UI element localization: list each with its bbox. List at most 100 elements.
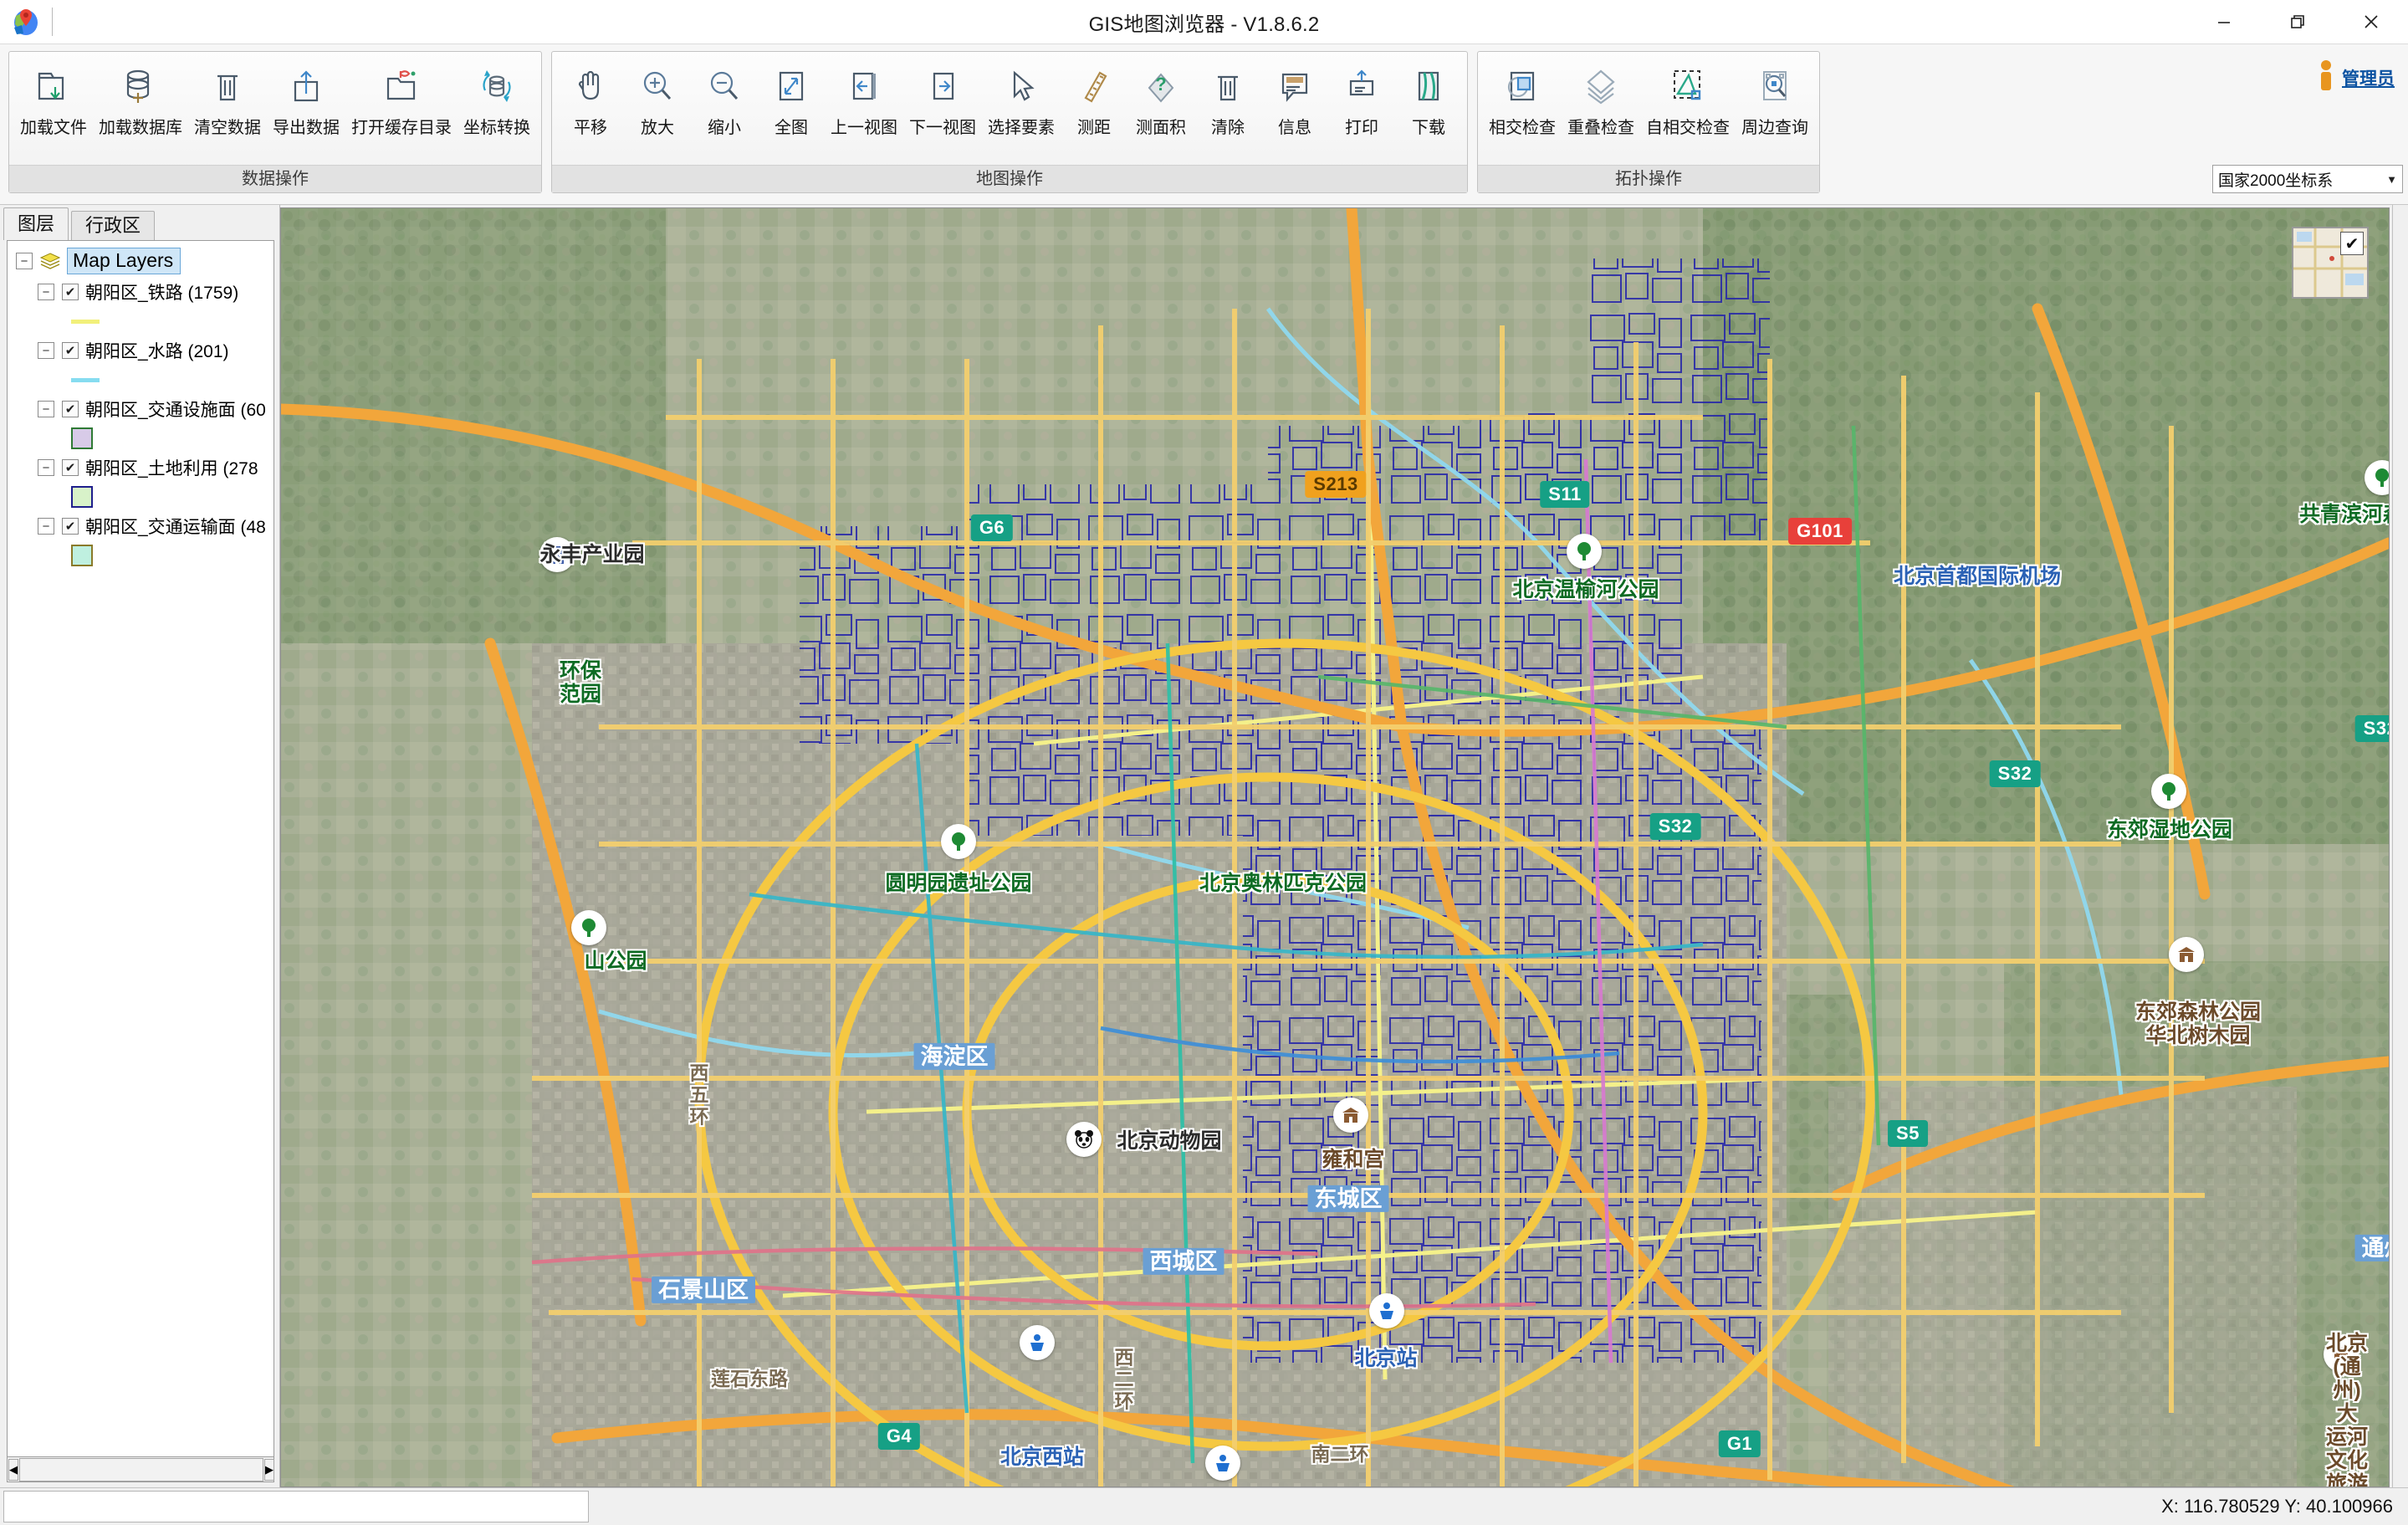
pan-hand-icon — [567, 63, 614, 110]
open-cache-folder-label: 打开缓存目录 — [351, 119, 452, 137]
nearby-query-icon — [1751, 63, 1798, 110]
topology-operations-group-title: 拓扑操作 — [1478, 165, 1819, 192]
layer-item-waterway[interactable]: − ✔ 朝阳区_水路 (201) — [8, 335, 274, 366]
status-message-field — [3, 1491, 589, 1522]
user-person-icon — [2317, 59, 2335, 95]
trash-icon — [204, 63, 251, 110]
info-callout-icon — [1271, 63, 1318, 110]
clear-data-label: 清空数据 — [194, 119, 261, 137]
zoom-in-label: 放大 — [641, 119, 674, 137]
next-view-label: 下一视图 — [909, 119, 976, 137]
close-button[interactable] — [2334, 0, 2408, 43]
user-name-link[interactable]: 管理员 — [2342, 65, 2395, 90]
minimize-button[interactable] — [2187, 0, 2261, 43]
next-view-button[interactable]: 下一视图 — [903, 59, 982, 139]
full-extent-button[interactable]: 全图 — [758, 59, 825, 139]
layer-tree-horizontal-scrollbar[interactable]: ◀ ▶ — [7, 1457, 274, 1482]
user-account[interactable]: 管理员 — [2317, 59, 2395, 95]
self-intersect-check-button[interactable]: 自相交检查 — [1640, 59, 1736, 139]
open-cache-folder-button[interactable]: 打开缓存目录 — [345, 59, 458, 139]
layer-symbol-land-use — [8, 483, 274, 511]
expander-icon[interactable]: − — [38, 518, 54, 535]
status-spacer — [589, 1488, 2000, 1525]
ribbon-group-map-operations: 平移 放大 缩小 全图 上一视图 下一视图 选择要素 测距 ? 测面积 清除 信… — [551, 51, 1468, 193]
panel-tabs: 图层 行政区 — [0, 205, 279, 240]
map-operations-buttons: 平移 放大 缩小 全图 上一视图 下一视图 选择要素 测距 ? 测面积 清除 信… — [552, 52, 1467, 165]
previous-view-label: 上一视图 — [831, 119, 897, 137]
layer-item-land-use[interactable]: − ✔ 朝阳区_土地利用 (278 — [8, 453, 274, 483]
load-database-label: 加载数据库 — [99, 119, 182, 137]
expander-icon[interactable]: − — [38, 459, 54, 476]
print-icon — [1338, 63, 1385, 110]
expander-icon[interactable]: − — [16, 253, 33, 269]
overlap-check-label: 重叠检查 — [1567, 119, 1634, 137]
layer-visibility-checkbox[interactable]: ✔ — [62, 401, 79, 417]
layer-item-transport-facility-area[interactable]: − ✔ 朝阳区_交通设施面 (60 — [8, 394, 274, 424]
zoom-in-button[interactable]: 放大 — [624, 59, 691, 139]
crs-dropdown[interactable]: 国家2000坐标系 ▼ — [2212, 165, 2403, 193]
self-intersect-check-label: 自相交检查 — [1646, 119, 1730, 137]
layer-visibility-checkbox[interactable]: ✔ — [62, 284, 79, 300]
layer-visibility-checkbox[interactable]: ✔ — [62, 518, 79, 535]
select-arrow-icon — [998, 63, 1045, 110]
scrollbar-thumb[interactable] — [19, 1457, 263, 1482]
previous-view-button[interactable]: 上一视图 — [825, 59, 903, 139]
intersect-check-button[interactable]: 相交检查 — [1483, 59, 1562, 139]
map-view[interactable]: S213 S11 G101 S331 G6 S32 S32 S32 S32 G1… — [280, 207, 2390, 1487]
download-label: 下载 — [1412, 119, 1445, 137]
clear-button[interactable]: 清除 — [1194, 59, 1261, 139]
tree-root-label: Map Layers — [67, 248, 181, 274]
map-canvas[interactable] — [281, 208, 2389, 1487]
overlap-check-icon — [1577, 63, 1624, 110]
status-coordinates: X: 116.780529 Y: 40.100966 — [2000, 1488, 2408, 1525]
folder-import-icon — [30, 63, 77, 110]
measure-area-button[interactable]: ? 测面积 — [1127, 59, 1194, 139]
map-vertical-scrollbar[interactable] — [2392, 205, 2408, 1487]
select-feature-button[interactable]: 选择要素 — [982, 59, 1061, 139]
print-button[interactable]: 打印 — [1328, 59, 1395, 139]
layer-symbol-railway — [8, 307, 274, 335]
load-database-button[interactable]: 加载数据库 — [93, 59, 188, 139]
layer-visibility-checkbox[interactable]: ✔ — [62, 342, 79, 359]
export-data-label: 导出数据 — [273, 119, 340, 137]
map-type-checkbox[interactable]: ✔ — [2340, 232, 2364, 255]
clear-data-button[interactable]: 清空数据 — [188, 59, 267, 139]
tree-root-map-layers[interactable]: − Map Layers — [8, 241, 274, 277]
map-type-toggle[interactable]: ✔ 地图 — [2292, 227, 2369, 299]
topology-operations-buttons: 相交检查 重叠检查 自相交检查 周边查询 — [1478, 52, 1819, 165]
download-button[interactable]: 下载 — [1395, 59, 1462, 139]
layer-label: 朝阳区_铁路 (1759) — [85, 284, 239, 303]
export-data-button[interactable]: 导出数据 — [267, 59, 345, 139]
scroll-right-icon[interactable]: ▶ — [264, 1458, 274, 1481]
window-controls — [2187, 0, 2408, 43]
overlap-check-button[interactable]: 重叠检查 — [1562, 59, 1640, 139]
full-extent-icon — [768, 63, 815, 110]
layer-item-transport-area[interactable]: − ✔ 朝阳区_交通运输面 (48 — [8, 511, 274, 541]
layer-visibility-checkbox[interactable]: ✔ — [62, 459, 79, 476]
tab-administrative-regions[interactable]: 行政区 — [71, 211, 156, 240]
info-label: 信息 — [1278, 119, 1311, 137]
app-logo-icon — [12, 8, 40, 36]
crs-value: 国家2000坐标系 — [2218, 171, 2334, 190]
info-button[interactable]: 信息 — [1261, 59, 1328, 139]
expander-icon[interactable]: − — [38, 342, 54, 359]
maximize-button[interactable] — [2261, 0, 2334, 43]
measure-distance-button[interactable]: 测距 — [1061, 59, 1127, 139]
expander-icon[interactable]: − — [38, 284, 54, 300]
window-title: GIS地图浏览器 - V1.8.6.2 — [1088, 13, 1320, 36]
intersect-check-icon — [1499, 63, 1546, 110]
load-file-button[interactable]: 加载文件 — [14, 59, 93, 139]
coordinate-convert-button[interactable]: 坐标转换 — [458, 59, 536, 139]
layer-label: 朝阳区_交通设施面 (60 — [85, 401, 266, 420]
data-operations-group-title: 数据操作 — [9, 165, 541, 192]
zoom-out-button[interactable]: 缩小 — [691, 59, 758, 139]
measure-distance-icon — [1071, 63, 1117, 110]
expander-icon[interactable]: − — [38, 401, 54, 417]
pan-button[interactable]: 平移 — [557, 59, 624, 139]
layer-item-railway[interactable]: − ✔ 朝阳区_铁路 (1759) — [8, 277, 274, 307]
tab-layers[interactable]: 图层 — [3, 207, 69, 240]
layer-tree[interactable]: − Map Layers − ✔ 朝阳区_铁路 (1759) − ✔ 朝阳区_水… — [7, 240, 274, 1457]
nearby-query-button[interactable]: 周边查询 — [1736, 59, 1814, 139]
export-up-icon — [283, 63, 330, 110]
scroll-left-icon[interactable]: ◀ — [8, 1458, 18, 1481]
